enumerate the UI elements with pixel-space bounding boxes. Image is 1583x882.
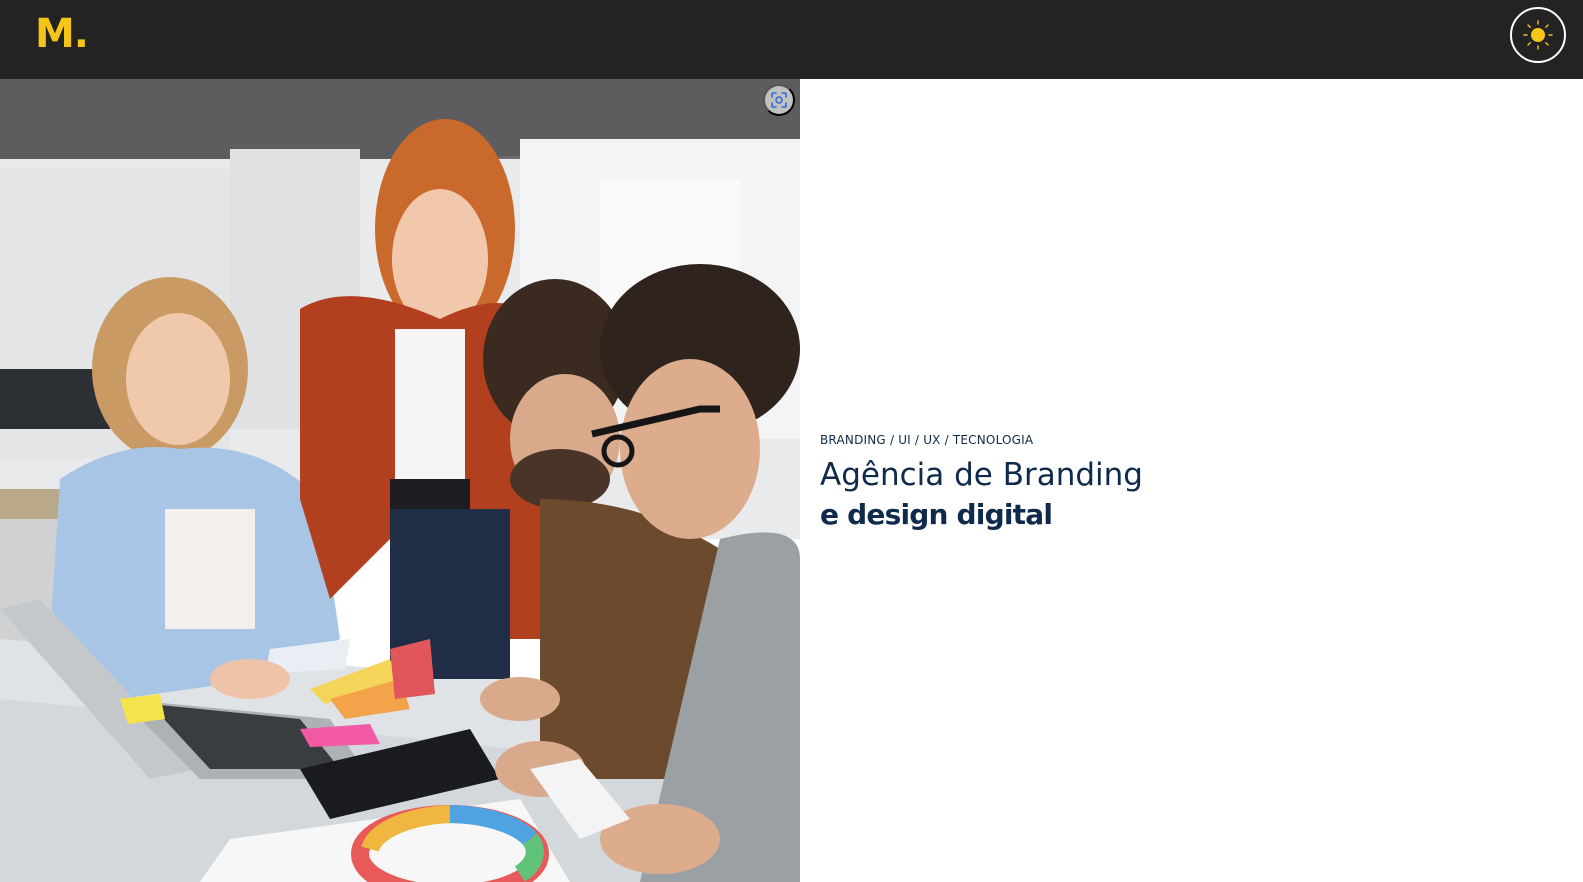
hero-text-block: BRANDING / UI / UX / TECNOLOGIA Agência … (820, 432, 1143, 534)
hero-headline: Agência de Branding (820, 457, 1143, 493)
hero-subheadline: e design digital (820, 498, 1053, 531)
visual-search-button[interactable] (763, 84, 795, 116)
theme-toggle-button[interactable] (1510, 7, 1566, 63)
visual-search-icon (771, 92, 787, 108)
team-meeting-photo (0, 79, 800, 882)
sun-icon (1523, 20, 1553, 50)
top-bar: M. (0, 0, 1583, 79)
service-tags: BRANDING / UI / UX / TECNOLOGIA (820, 433, 1034, 447)
logo[interactable]: M. (35, 10, 89, 58)
hero-photo (0, 79, 800, 882)
